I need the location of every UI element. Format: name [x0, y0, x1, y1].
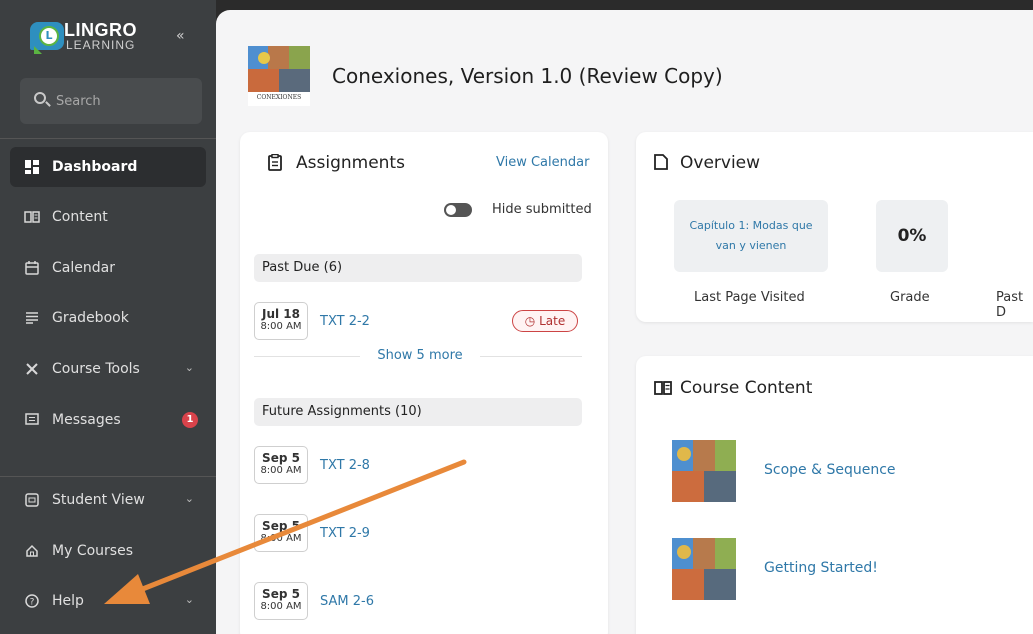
sidebar-item-label: My Courses	[52, 543, 133, 559]
sidebar-item-label: Course Tools	[52, 361, 140, 377]
search-input[interactable]	[56, 90, 196, 112]
course-content-title: Course Content	[680, 378, 813, 398]
clipboard-icon	[268, 153, 282, 175]
assignment-date: Sep 5 8:00 AM	[254, 446, 308, 484]
assignment-date: Jul 18 8:00 AM	[254, 302, 308, 340]
sidebar-item-label: Calendar	[52, 260, 115, 276]
calendar-icon	[24, 260, 40, 276]
book-open-icon	[654, 380, 672, 399]
assignment-date-time: 8:00 AM	[260, 601, 302, 612]
future-assignments-header[interactable]: Future Assignments (10)	[254, 398, 582, 426]
assignment-link[interactable]: TXT 2-9	[320, 526, 370, 541]
view-calendar-link[interactable]: View Calendar	[496, 155, 589, 170]
overview-title: Overview	[680, 153, 761, 173]
assignment-link[interactable]: TXT 2-8	[320, 458, 370, 473]
sidebar-item-label: Gradebook	[52, 310, 129, 326]
sidebar-item-label: Content	[52, 209, 108, 225]
content-link[interactable]: Getting Started!	[764, 560, 878, 576]
logo-text-secondary: LEARNING	[66, 38, 136, 52]
assignment-date-time: 8:00 AM	[260, 533, 302, 544]
grade-label: Grade	[890, 290, 930, 305]
sidebar-item-calendar[interactable]: Calendar	[10, 248, 206, 288]
late-clock-icon: ◷	[524, 314, 536, 328]
sidebar-item-help[interactable]: ? Help ⌄	[10, 581, 206, 621]
svg-text:?: ?	[30, 598, 35, 608]
sidebar-item-label: Help	[52, 593, 84, 609]
assignment-date-day: Sep 5	[262, 451, 300, 465]
future-assignments-label: Future Assignments	[262, 404, 391, 419]
assignment-date-day: Sep 5	[262, 587, 300, 601]
sidebar-item-label: Messages	[52, 412, 121, 428]
last-page-label: Last Page Visited	[694, 290, 805, 305]
past-due-header[interactable]: Past Due (6)	[254, 254, 582, 282]
main-content: CONEXIONES Conexiones, Version 1.0 (Revi…	[216, 10, 1033, 634]
document-icon	[654, 154, 668, 174]
future-assignments-count: (10)	[395, 404, 422, 419]
sidebar-item-dashboard[interactable]: Dashboard	[10, 147, 206, 187]
assignments-card: Assignments View Calendar Hide submitted…	[240, 132, 608, 634]
home-icon	[24, 543, 40, 559]
book-icon	[24, 209, 40, 225]
sidebar-item-content[interactable]: Content	[10, 197, 206, 237]
student-view-icon	[24, 492, 40, 508]
tools-icon	[24, 361, 40, 377]
content-thumbnail	[672, 440, 736, 502]
gradebook-icon	[24, 310, 40, 326]
help-icon: ?	[24, 593, 40, 609]
chevron-down-icon: ⌄	[184, 593, 194, 606]
overview-card: Overview Capítulo 1: Modas que van y vie…	[636, 132, 1033, 322]
logo-letter-icon: L	[39, 26, 59, 46]
chevron-down-icon: ⌄	[184, 492, 194, 505]
assignment-link[interactable]: TXT 2-2	[320, 314, 370, 329]
logo-tail-icon	[34, 46, 42, 54]
assignment-date-time: 8:00 AM	[260, 465, 302, 476]
grade-box: 0%	[876, 200, 948, 272]
collapse-sidebar-icon[interactable]: «	[176, 28, 185, 44]
sidebar: L LINGRO LEARNING « Dashboard Content Ca…	[0, 0, 216, 634]
sidebar-item-messages[interactable]: Messages 1	[10, 400, 206, 440]
past-due-stat-label: Past D	[996, 290, 1024, 320]
past-due-label: Past Due	[262, 260, 320, 275]
hide-submitted-toggle[interactable]	[444, 203, 472, 217]
assignment-date-day: Sep 5	[262, 519, 300, 533]
search-box[interactable]	[20, 78, 202, 124]
hide-submitted-label: Hide submitted	[492, 202, 592, 217]
course-content-card: Course Content Scope & Sequence Getting …	[636, 356, 1033, 634]
last-page-link[interactable]: Capítulo 1: Modas que van y vienen	[674, 216, 828, 256]
last-page-box[interactable]: Capítulo 1: Modas que van y vienen	[674, 200, 828, 272]
course-title: Conexiones, Version 1.0 (Review Copy)	[332, 64, 723, 88]
content-link[interactable]: Scope & Sequence	[764, 462, 896, 478]
unread-badge: 1	[182, 412, 198, 428]
content-thumbnail	[672, 538, 736, 600]
lingro-logo[interactable]: L LINGRO LEARNING	[30, 20, 180, 62]
assignment-date: Sep 5 8:00 AM	[254, 582, 308, 620]
sidebar-item-my-courses[interactable]: My Courses	[10, 531, 206, 571]
assignment-link[interactable]: SAM 2-6	[320, 594, 374, 609]
assignment-date-day: Jul 18	[262, 307, 300, 321]
sidebar-item-label: Student View	[52, 492, 145, 508]
sidebar-item-student-view[interactable]: Student View ⌄	[10, 480, 206, 520]
sidebar-item-gradebook[interactable]: Gradebook	[10, 298, 206, 338]
assignments-title: Assignments	[296, 153, 405, 173]
sidebar-item-label: Dashboard	[52, 159, 138, 175]
past-due-count: (6)	[323, 260, 343, 275]
sidebar-divider	[0, 138, 216, 139]
late-label: Late	[539, 314, 566, 328]
sidebar-divider	[0, 476, 216, 477]
late-badge: ◷ Late	[512, 310, 578, 332]
search-icon	[34, 92, 46, 104]
assignment-date-time: 8:00 AM	[260, 321, 302, 332]
sidebar-item-course-tools[interactable]: Course Tools ⌄	[10, 349, 206, 389]
grade-value: 0%	[897, 226, 927, 246]
chevron-down-icon: ⌄	[184, 361, 194, 374]
course-cover-caption: CONEXIONES	[256, 94, 302, 101]
message-icon	[24, 412, 40, 428]
course-cover-image: CONEXIONES	[248, 46, 310, 106]
show-more-link[interactable]: Show 5 more	[360, 348, 480, 363]
dashboard-icon	[24, 159, 40, 175]
assignment-date: Sep 5 8:00 AM	[254, 514, 308, 552]
